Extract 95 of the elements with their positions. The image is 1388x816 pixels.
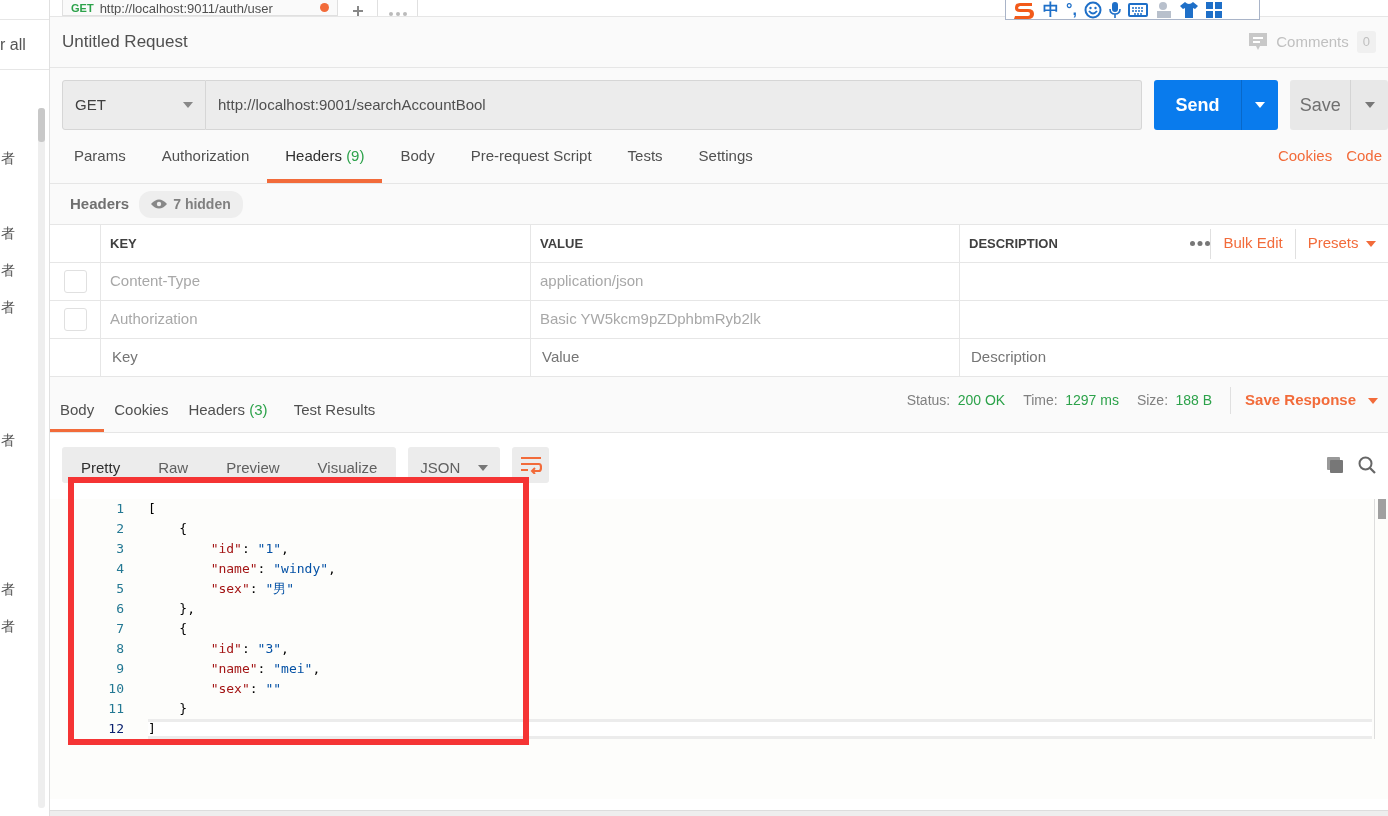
request-tab[interactable]: Body: [382, 144, 453, 183]
request-tab[interactable]: GET http://localhost:9011/auth/user: [62, 0, 338, 16]
keyboard-icon: [1127, 2, 1148, 17]
line-number: 11: [107, 700, 124, 718]
code-line: {: [178, 520, 189, 538]
table-cell-text: application/json: [540, 271, 644, 292]
table-cell-text: Basic YW5kcm9pZDphbmRyb2lk: [540, 309, 761, 330]
code-line: }: [178, 700, 189, 718]
stat-value: 200 OK: [957, 391, 1006, 410]
sidebar-item[interactable]: 者: [1, 260, 49, 297]
table-cell-text: Authorization: [110, 309, 198, 330]
sidebar-item[interactable]: 者: [1, 579, 49, 616]
sidebar-item[interactable]: 者: [1, 297, 49, 334]
stat-value: 1297 ms: [1065, 391, 1119, 410]
input-field[interactable]: Description: [969, 345, 1379, 370]
line-number: 7: [115, 620, 124, 638]
table-cell-text: Content-Type: [110, 271, 201, 292]
line-number: 12: [107, 720, 124, 738]
sidebar-item[interactable]: 者: [1, 616, 49, 653]
line-number: 9: [115, 660, 124, 678]
column-header: DESCRIPTION: [969, 234, 1058, 253]
request-tab[interactable]: Params: [56, 144, 144, 183]
sidebar-text: r all: [0, 34, 26, 55]
plus-icon: [352, 6, 363, 16]
code-line: "sex": "男": [209, 580, 296, 598]
search-icon[interactable]: [1358, 456, 1376, 474]
response-tab[interactable]: Headers (3): [178, 398, 278, 432]
grid-icon: [1204, 0, 1223, 19]
section-title: Headers: [70, 193, 130, 214]
input-field[interactable]: Value: [540, 345, 950, 370]
code-line: "name": "mei",: [209, 660, 322, 678]
copy-icon[interactable]: [1326, 456, 1344, 474]
response-tab[interactable]: Test Results: [283, 398, 386, 432]
view-tab[interactable]: Preview: [207, 447, 299, 483]
line-number: 2: [115, 520, 124, 538]
code-line: "name": "windy",: [209, 560, 337, 578]
request-tab[interactable]: Pre-request Script: [452, 144, 610, 183]
method-label: GET: [71, 2, 94, 15]
stat-label: Status:: [906, 391, 951, 410]
wrap-button[interactable]: [512, 447, 550, 483]
column-header: VALUE: [540, 234, 584, 253]
code-line: },: [178, 600, 196, 618]
code-line: [: [148, 500, 157, 518]
column-header: KEY: [110, 234, 137, 253]
line-number: 3: [115, 540, 124, 558]
input-field[interactable]: Key: [110, 345, 521, 370]
caret-icon: [183, 102, 193, 108]
line-number: 6: [115, 600, 124, 618]
punctuation-mode[interactable]: °,: [1066, 0, 1077, 22]
code-line: {: [178, 620, 189, 638]
person-icon: [1154, 0, 1173, 19]
method-dropdown[interactable]: GET: [62, 80, 206, 130]
caret-icon: [478, 465, 489, 471]
request-tab[interactable]: Tests: [609, 144, 681, 183]
request-title: Untitled Request: [62, 31, 188, 54]
sidebar-item[interactable]: 者: [1, 148, 49, 185]
code-line: "id": "1",: [209, 540, 290, 558]
stat-label: Time:: [1023, 391, 1058, 410]
view-tab[interactable]: Pretty: [62, 447, 140, 483]
stat-label: Size:: [1136, 391, 1168, 410]
caret-icon: [1368, 397, 1378, 404]
code-line: "sex": "": [209, 680, 283, 698]
line-number: 4: [115, 560, 124, 578]
code-line: "id": "3",: [209, 640, 290, 658]
sidebar-item[interactable]: 者: [1, 223, 49, 260]
microphone-icon: [1108, 0, 1121, 19]
view-tab[interactable]: Raw: [139, 447, 208, 483]
caret-icon: [1364, 102, 1375, 108]
tab-url: http://localhost:9011/auth/user: [99, 2, 273, 15]
line-number: 8: [115, 640, 124, 658]
request-tab[interactable]: Authorization: [143, 144, 268, 183]
stat-value: 188 B: [1175, 391, 1213, 410]
wrap-lines-icon: [519, 456, 542, 474]
response-tab[interactable]: Cookies: [104, 398, 179, 432]
more-icon: [388, 12, 407, 16]
shirt-icon: [1179, 0, 1198, 19]
caret-icon: [1255, 102, 1265, 108]
scroll-thumb[interactable]: [38, 108, 45, 142]
scroll-thumb[interactable]: [1378, 499, 1386, 519]
input-mode[interactable]: 中: [1043, 0, 1059, 22]
comment-icon: [1248, 32, 1269, 52]
eye-icon: [151, 199, 168, 209]
url-field[interactable]: http://localhost:9001/searchAccountBool: [206, 80, 1142, 130]
request-tab[interactable]: Settings: [680, 144, 771, 183]
ime-logo-icon: [1012, 0, 1036, 20]
caret-icon: [1366, 240, 1376, 247]
line-number: 10: [107, 680, 124, 698]
more-icon[interactable]: [1190, 241, 1211, 246]
line-number: 5: [115, 580, 124, 598]
checkbox[interactable]: [63, 270, 87, 293]
line-number: 1: [115, 500, 124, 518]
sidebar-item[interactable]: 者: [1, 430, 49, 467]
view-tab[interactable]: Visualize: [298, 447, 397, 483]
smiley-icon: [1083, 0, 1102, 19]
checkbox[interactable]: [63, 308, 87, 331]
